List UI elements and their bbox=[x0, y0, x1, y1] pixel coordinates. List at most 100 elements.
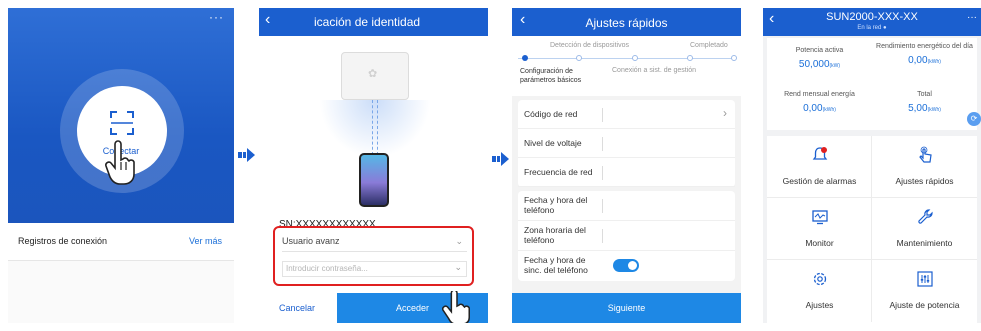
login-form-highlight: Usuario avanz ⌄ Introducir contraseña...… bbox=[273, 226, 474, 286]
row-label: Fecha y hora del teléfono bbox=[524, 195, 588, 215]
row-label: Fecha y hora de sinc. del teléfono bbox=[524, 255, 588, 275]
password-field[interactable]: Introducir contraseña... ⌄ bbox=[282, 261, 467, 277]
more-menu-icon[interactable]: ··· bbox=[967, 12, 977, 23]
device-home-screen: ‹ SUN2000-XXX-XX En la red ● ··· Potenci… bbox=[763, 8, 981, 323]
user-select-value: Usuario avanz bbox=[282, 236, 340, 246]
connect-banner: ··· Conectar bbox=[8, 8, 234, 223]
quick-settings-screen: ‹ Ajustes rápidos Detección de dispositi… bbox=[512, 8, 741, 323]
row-label: Frecuencia de red bbox=[524, 167, 593, 177]
step-management-connect: Conexión a sist. de gestión bbox=[612, 67, 697, 74]
more-menu-icon[interactable]: ··· bbox=[209, 10, 224, 24]
stat-unit: (kWh) bbox=[927, 107, 941, 113]
connection-records: Registros de conexión Ver más bbox=[8, 223, 234, 261]
phone-datetime-row[interactable]: Fecha y hora del teléfono bbox=[518, 191, 735, 221]
function-grid: Gestión de alarmas Ajustes rápidos Monit… bbox=[767, 136, 977, 323]
stat-value: 5,00 bbox=[908, 103, 928, 114]
stat-value: 50,000(kW) bbox=[767, 59, 872, 70]
tile-monitor[interactable]: Monitor bbox=[767, 198, 872, 260]
bell-icon bbox=[812, 147, 828, 160]
page-title: Ajustes rápidos bbox=[585, 16, 668, 30]
stat-unit: (kWh) bbox=[927, 59, 941, 65]
stat-value: 50,000 bbox=[798, 59, 830, 70]
step-basic-params: Configuración de parámetros básicos bbox=[520, 68, 582, 84]
tile-label: Ajustes bbox=[805, 300, 834, 310]
monitor-icon bbox=[812, 210, 828, 225]
stat-unit: (kW) bbox=[829, 63, 841, 69]
tile-label: Monitor bbox=[805, 238, 834, 248]
row-label: Nivel de voltaje bbox=[524, 138, 582, 148]
phone-timezone-row[interactable]: Zona horaria del teléfono bbox=[518, 221, 735, 251]
refresh-icon[interactable]: ⟳ bbox=[967, 112, 981, 126]
time-settings-group: Fecha y hora del teléfono Zona horaria d… bbox=[518, 191, 735, 281]
stat-monthly-yield: Rend mensual energía 0,00(kWh) bbox=[767, 90, 872, 114]
tile-maintenance[interactable]: Mantenimiento bbox=[872, 198, 977, 260]
next-button[interactable]: Siguiente bbox=[512, 293, 741, 323]
status-badge: En la red ● bbox=[857, 25, 887, 31]
tile-alarm-management[interactable]: Gestión de alarmas bbox=[767, 136, 872, 198]
grid-code-row[interactable]: Código de red › bbox=[518, 100, 735, 129]
grid-settings-group: Código de red › Nivel de voltaje Frecuen… bbox=[518, 100, 735, 187]
chevron-right-icon: › bbox=[723, 106, 727, 120]
stat-value: 0,00(kWh) bbox=[872, 55, 977, 66]
eye-hidden-icon[interactable]: ⌄ bbox=[454, 262, 462, 273]
scan-icon bbox=[110, 111, 134, 135]
row-label: Zona horaria del teléfono bbox=[524, 225, 586, 245]
stat-label: Potencia activa bbox=[795, 47, 844, 54]
header-bar: ‹ SUN2000-XXX-XX En la red ● ··· bbox=[763, 8, 981, 36]
stats-panel: Potencia activa 50,000(kW) Rendimiento e… bbox=[767, 38, 981, 130]
pointer-hand-icon bbox=[105, 140, 135, 185]
pointer-hand-icon bbox=[442, 291, 470, 323]
signal-line bbox=[372, 100, 378, 155]
step-completed: Completado bbox=[690, 42, 728, 49]
stat-label: Total bbox=[917, 91, 932, 98]
tile-label: Mantenimiento bbox=[896, 238, 953, 248]
chevron-down-icon: ⌄ bbox=[455, 236, 463, 246]
tile-label: Ajuste de potencia bbox=[889, 300, 960, 310]
stat-label: Rend mensual energía bbox=[784, 91, 855, 98]
voltage-level-row[interactable]: Nivel de voltaje bbox=[518, 129, 735, 158]
progress-steps: Detección de dispositivos Completado Con… bbox=[512, 36, 741, 96]
wrench-icon bbox=[918, 209, 933, 224]
tile-quick-settings[interactable]: Ajustes rápidos bbox=[872, 136, 977, 198]
stat-daily-yield: Rendimiento energético del día 0,00(kWh) bbox=[872, 42, 977, 66]
sync-toggle[interactable] bbox=[613, 259, 639, 272]
stat-total-yield: Total 5,00(kWh) bbox=[872, 90, 977, 114]
step-detection: Detección de dispositivos bbox=[550, 42, 629, 49]
tile-label: Gestión de alarmas bbox=[782, 176, 857, 186]
records-list bbox=[8, 261, 234, 323]
back-icon[interactable]: ‹ bbox=[265, 11, 270, 29]
row-divider bbox=[602, 108, 603, 122]
stat-label: Rendimiento energético del día bbox=[876, 43, 973, 50]
stat-value: 0,00(kWh) bbox=[767, 103, 872, 114]
page-title: icación de identidad bbox=[314, 15, 421, 29]
see-more-link[interactable]: Ver más bbox=[189, 236, 222, 246]
phone-image bbox=[359, 153, 389, 207]
row-divider bbox=[602, 166, 603, 180]
header-bar: ‹ Ajustes rápidos bbox=[512, 8, 741, 36]
cancel-button[interactable]: Cancelar bbox=[259, 293, 335, 323]
device-title: SUN2000-XXX-XX bbox=[826, 11, 918, 23]
grid-frequency-row[interactable]: Frecuencia de red bbox=[518, 158, 735, 187]
password-placeholder: Introducir contraseña... bbox=[286, 264, 368, 273]
step-dots bbox=[522, 55, 737, 61]
stat-value: 0,00 bbox=[803, 103, 823, 114]
tile-power-adjustment[interactable]: Ajuste de potencia bbox=[872, 260, 977, 322]
tap-icon bbox=[919, 146, 932, 163]
stat-value: 0,00 bbox=[908, 55, 928, 66]
stat-active-power: Potencia activa 50,000(kW) bbox=[767, 46, 872, 70]
stat-value: 5,00(kWh) bbox=[872, 103, 977, 114]
flow-arrow-icon bbox=[238, 148, 255, 162]
row-divider bbox=[602, 199, 603, 213]
inverter-device-image: ✿ bbox=[341, 52, 409, 100]
connect-screen: ··· Conectar Registros de conexión Ver m… bbox=[8, 8, 234, 323]
row-divider bbox=[602, 229, 603, 243]
tile-label: Ajustes rápidos bbox=[895, 176, 954, 186]
header-bar: ‹ icación de identidad bbox=[259, 8, 488, 36]
flow-arrow-icon bbox=[492, 152, 509, 166]
row-divider bbox=[602, 137, 603, 151]
user-select[interactable]: Usuario avanz ⌄ bbox=[282, 236, 467, 252]
tile-settings[interactable]: Ajustes bbox=[767, 260, 872, 322]
phone-sync-row: Fecha y hora de sinc. del teléfono bbox=[518, 251, 735, 281]
stat-unit: (kWh) bbox=[822, 107, 836, 113]
huawei-logo-icon: ✿ bbox=[368, 68, 378, 80]
